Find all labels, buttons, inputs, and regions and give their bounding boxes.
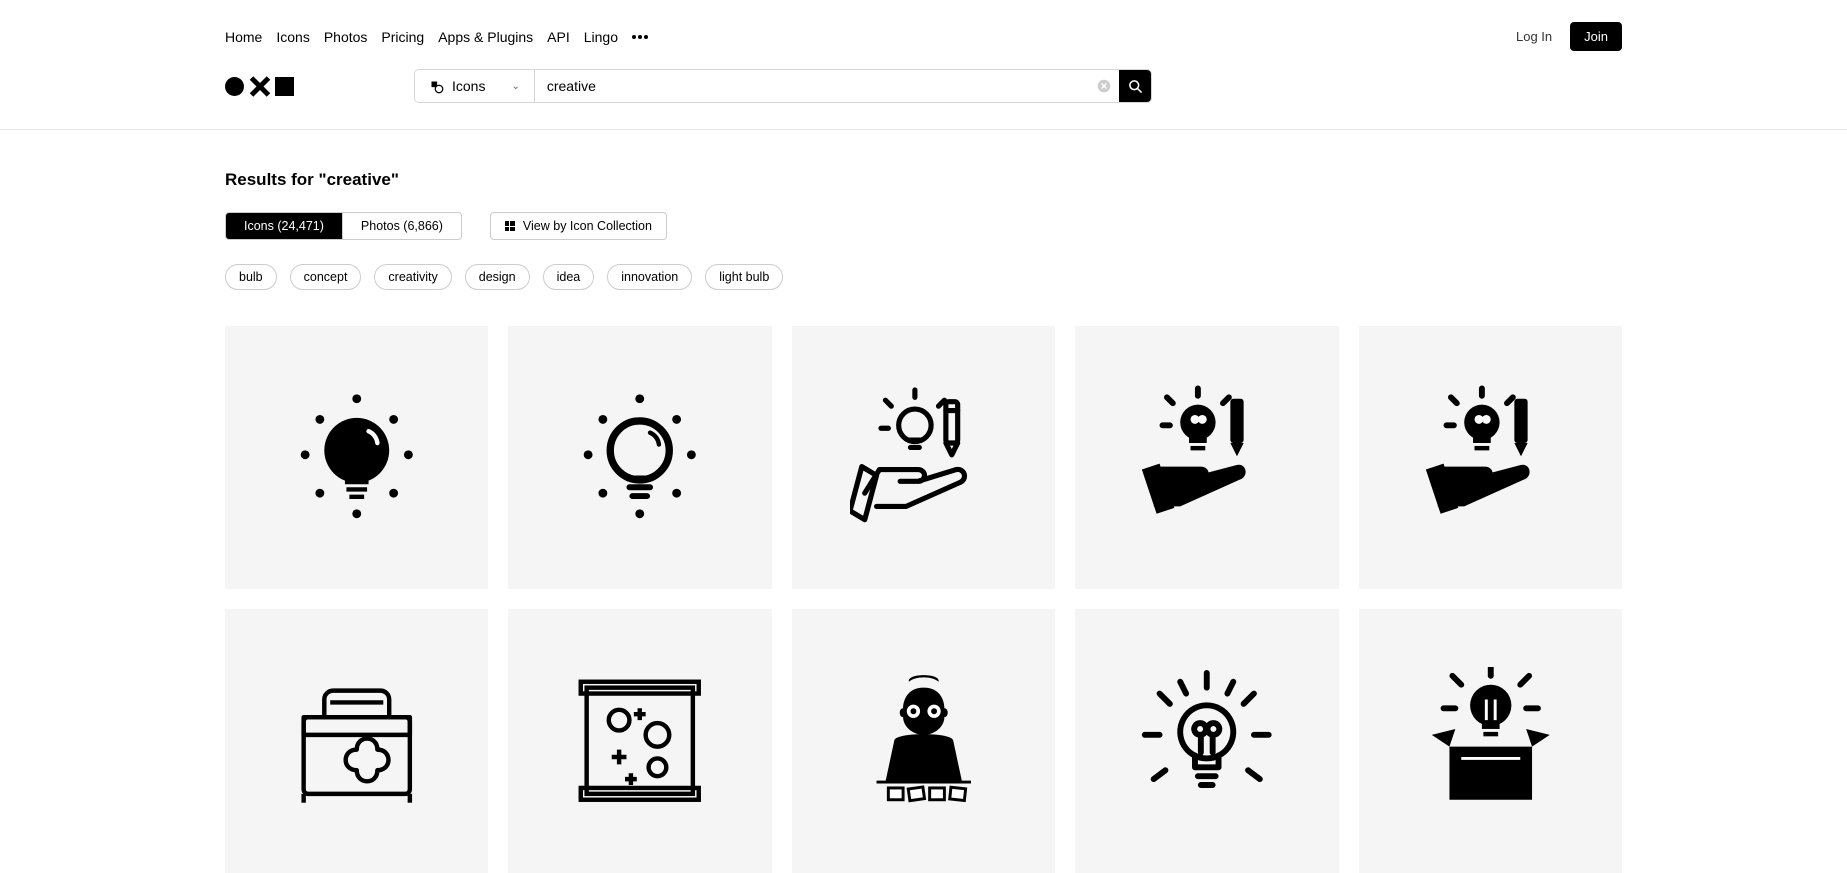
chip-concept[interactable]: concept bbox=[290, 264, 362, 290]
nav-apps-plugins[interactable]: Apps & Plugins bbox=[438, 29, 533, 45]
icon-card[interactable] bbox=[792, 609, 1055, 872]
nav-auth: Log In Join bbox=[1516, 22, 1622, 51]
search-type-icon bbox=[429, 79, 444, 94]
bulb-filled-icon bbox=[283, 384, 431, 532]
icon-card[interactable] bbox=[508, 326, 771, 589]
chevron-down-icon: ⌄ bbox=[511, 81, 519, 92]
icon-card[interactable] bbox=[1075, 609, 1338, 872]
logo-x-icon bbox=[250, 77, 269, 96]
nav-links: Home Icons Photos Pricing Apps & Plugins… bbox=[225, 29, 648, 45]
chip-innovation[interactable]: innovation bbox=[607, 264, 692, 290]
tab-icons[interactable]: Icons (24,471) bbox=[226, 213, 342, 239]
person-drawing-icon bbox=[850, 667, 998, 815]
login-link[interactable]: Log In bbox=[1516, 29, 1552, 44]
icon-card[interactable] bbox=[1359, 609, 1622, 872]
search-type-dropdown[interactable]: Icons ⌄ bbox=[415, 70, 535, 102]
more-menu-icon[interactable] bbox=[632, 35, 648, 39]
icon-card[interactable] bbox=[1359, 326, 1622, 589]
nav-pricing[interactable]: Pricing bbox=[381, 29, 424, 45]
join-button[interactable]: Join bbox=[1570, 22, 1622, 51]
chip-light-bulb[interactable]: light bulb bbox=[705, 264, 783, 290]
view-by-collection-button[interactable]: View by Icon Collection bbox=[490, 212, 667, 240]
related-chips: bulb concept creativity design idea inno… bbox=[225, 264, 1622, 290]
tab-photos[interactable]: Photos (6,866) bbox=[342, 213, 461, 239]
logo-circle-icon bbox=[225, 77, 244, 96]
grid-icon bbox=[505, 221, 515, 231]
nav-api[interactable]: API bbox=[547, 29, 570, 45]
chip-idea[interactable]: idea bbox=[543, 264, 595, 290]
icon-card[interactable] bbox=[1075, 326, 1338, 589]
bulb-outline-icon bbox=[566, 384, 714, 532]
nav-icons[interactable]: Icons bbox=[276, 29, 309, 45]
icon-grid bbox=[225, 326, 1622, 873]
icon-card[interactable] bbox=[225, 609, 488, 872]
search-bar: Icons ⌄ bbox=[414, 69, 1152, 103]
chip-creativity[interactable]: creativity bbox=[374, 264, 451, 290]
nav-home[interactable]: Home bbox=[225, 29, 262, 45]
search-type-label: Icons bbox=[452, 78, 485, 94]
clear-icon bbox=[1097, 79, 1111, 93]
logo-square-icon bbox=[275, 77, 294, 96]
search-button[interactable] bbox=[1119, 70, 1151, 102]
search-row: Icons ⌄ bbox=[0, 69, 1847, 129]
search-icon bbox=[1128, 79, 1143, 94]
logo[interactable] bbox=[225, 77, 294, 96]
results-title: Results for "creative" bbox=[225, 170, 1622, 190]
clear-search-button[interactable] bbox=[1089, 70, 1119, 102]
results-tabs: Icons (24,471) Photos (6,866) bbox=[225, 212, 462, 240]
chip-design[interactable]: design bbox=[465, 264, 530, 290]
board-shapes-icon bbox=[566, 667, 714, 815]
hand-bulb-pencil-outline-icon bbox=[850, 384, 998, 532]
results-controls: Icons (24,471) Photos (6,866) View by Ic… bbox=[225, 212, 1622, 240]
nav-lingo[interactable]: Lingo bbox=[584, 29, 618, 45]
bulb-rays-outline-icon bbox=[1133, 667, 1281, 815]
icon-card[interactable] bbox=[508, 609, 771, 872]
search-input[interactable] bbox=[535, 70, 1089, 102]
toolbox-flower-icon bbox=[283, 667, 431, 815]
hand-bulb-pencil-solid2-icon bbox=[1417, 384, 1565, 532]
icon-card[interactable] bbox=[792, 326, 1055, 589]
bulb-box-icon bbox=[1417, 667, 1565, 815]
top-nav: Home Icons Photos Pricing Apps & Plugins… bbox=[0, 0, 1847, 69]
nav-photos[interactable]: Photos bbox=[324, 29, 368, 45]
icon-card[interactable] bbox=[225, 326, 488, 589]
hand-bulb-pencil-solid-icon bbox=[1133, 384, 1281, 532]
chip-bulb[interactable]: bulb bbox=[225, 264, 277, 290]
collection-btn-label: View by Icon Collection bbox=[523, 219, 652, 233]
results-area: Results for "creative" Icons (24,471) Ph… bbox=[0, 130, 1847, 873]
